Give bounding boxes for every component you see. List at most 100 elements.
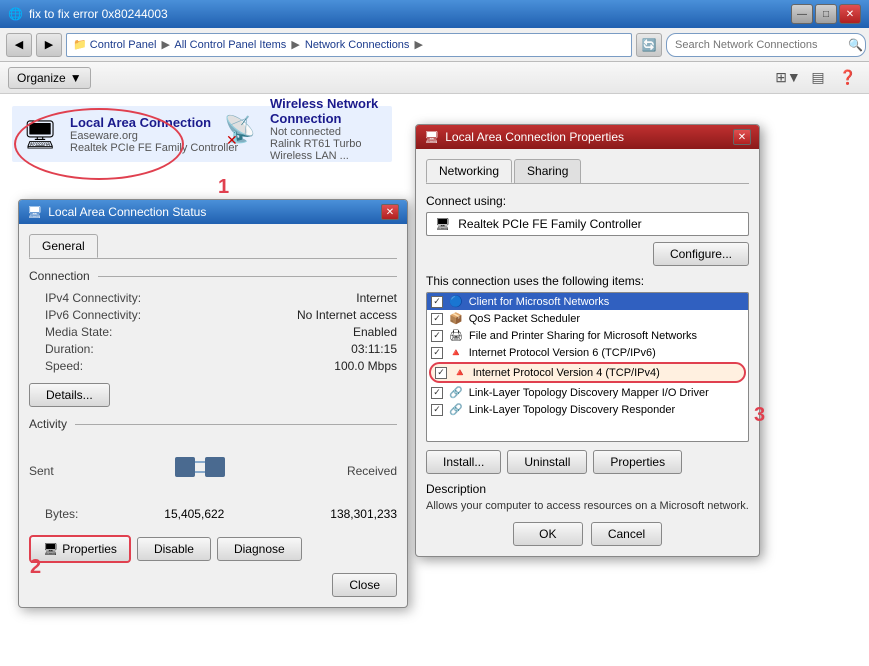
ipv4-label: IPv4 Connectivity: xyxy=(45,291,141,305)
close-button-status[interactable]: Close xyxy=(332,573,397,597)
bytes-label: Bytes: xyxy=(45,507,78,521)
status-dialog-body: General Connection IPv4 Connectivity: In… xyxy=(19,224,407,607)
uninstall-button[interactable]: Uninstall xyxy=(507,450,587,474)
props-tabs: Networking Sharing xyxy=(426,159,749,184)
received-label: Received xyxy=(347,464,397,478)
item-icon-topology-responder: 🔗 xyxy=(449,403,463,416)
disable-button[interactable]: Disable xyxy=(137,537,211,561)
item-icon-ipv4: 🔺 xyxy=(453,366,467,379)
wireless-conn-adapter: Ralink RT61 Turbo Wireless LAN ... xyxy=(270,138,384,162)
checkbox-client[interactable] xyxy=(431,296,443,308)
address-bar: ◀ ▶ 📁 Control Panel ▶ All Control Panel … xyxy=(0,28,869,62)
props-dialog-close[interactable]: ✕ xyxy=(733,129,751,145)
props-dialog-icon: 🖥 xyxy=(424,130,439,144)
network-icon-wireless: 📡 ✕ xyxy=(220,109,260,149)
status-dialog-icon: 🖥 xyxy=(27,205,42,219)
checkbox-ipv6[interactable] xyxy=(431,347,443,359)
list-item-ipv4[interactable]: 🔺 Internet Protocol Version 4 (TCP/IPv4) xyxy=(429,362,746,383)
close-button[interactable]: ✕ xyxy=(839,4,861,24)
props-dialog-title: Local Area Connection Properties xyxy=(445,130,624,144)
list-item-qos[interactable]: 📦 QoS Packet Scheduler xyxy=(427,310,748,327)
description-label: Description xyxy=(426,482,749,496)
ok-cancel-row: OK Cancel xyxy=(426,522,749,546)
connection-rows: IPv4 Connectivity: Internet IPv6 Connect… xyxy=(29,291,397,373)
checkbox-topology-responder[interactable] xyxy=(431,404,443,416)
item-label-client: Client for Microsoft Networks xyxy=(469,296,610,308)
tab-sharing[interactable]: Sharing xyxy=(514,159,581,183)
list-item-topology-mapper[interactable]: 🔗 Link-Layer Topology Discovery Mapper I… xyxy=(427,384,748,401)
media-row: Media State: Enabled xyxy=(29,325,397,339)
cancel-button[interactable]: Cancel xyxy=(591,522,662,546)
help-icon[interactable]: ❓ xyxy=(835,65,861,91)
breadcrumb: 📁 Control Panel ▶ All Control Panel Item… xyxy=(73,38,425,51)
item-label-ipv4: Internet Protocol Version 4 (TCP/IPv4) xyxy=(473,367,660,379)
tab-networking[interactable]: Networking xyxy=(426,159,512,183)
forward-button[interactable]: ▶ xyxy=(36,33,62,57)
tab-general[interactable]: General xyxy=(29,234,98,258)
annotation-1: 1 xyxy=(218,176,229,199)
sent-bytes: 15,405,622 xyxy=(164,507,224,521)
organize-button[interactable]: Organize ▼ xyxy=(8,67,91,89)
search-input[interactable] xyxy=(666,33,866,57)
title-bar: 🌐 fix to fix error 0x80244003 — □ ✕ xyxy=(0,0,869,28)
duration-row: Duration: 03:11:15 xyxy=(29,342,397,356)
checkbox-fileprint[interactable] xyxy=(431,330,443,342)
checkbox-qos[interactable] xyxy=(431,313,443,325)
wireless-conn-name: Wireless Network Connection xyxy=(270,96,384,126)
connect-using-label: Connect using: xyxy=(426,194,749,208)
connection-section-title: Connection xyxy=(29,269,397,285)
preview-icon[interactable]: ▤ xyxy=(805,65,831,91)
checkbox-ipv4[interactable] xyxy=(435,367,447,379)
activity-arrows-svg xyxy=(170,447,230,487)
adapter-box: 🖥 Realtek PCIe FE Family Controller xyxy=(426,212,749,236)
activity-grid: Sent Received xyxy=(29,439,397,503)
props-dialog-body: Networking Sharing Connect using: 🖥 Real… xyxy=(416,149,759,556)
main-content: 1 🖥 Local Area Connection Easeware.org R… xyxy=(0,94,869,666)
item-label-topology-responder: Link-Layer Topology Discovery Responder xyxy=(469,404,675,416)
item-label-fileprint: File and Printer Sharing for Microsoft N… xyxy=(469,330,697,342)
received-bytes: 138,301,233 xyxy=(330,507,397,521)
item-icon-ipv6: 🔺 xyxy=(449,346,463,359)
refresh-button[interactable]: 🔄 xyxy=(636,33,662,57)
list-item-client-networks[interactable]: 🔵 Client for Microsoft Networks xyxy=(427,293,748,310)
items-label: This connection uses the following items… xyxy=(426,274,749,288)
network-icon-local: 🖥 xyxy=(20,114,60,154)
description-text: Allows your computer to access resources… xyxy=(426,500,749,512)
adapter-icon: 🖥 xyxy=(435,217,450,231)
details-button[interactable]: Details... xyxy=(29,383,110,407)
properties-label: Properties xyxy=(62,542,117,556)
status-tabs: General xyxy=(29,234,397,259)
status-dialog-close[interactable]: ✕ xyxy=(381,204,399,220)
minimize-button[interactable]: — xyxy=(791,4,813,24)
duration-value: 03:11:15 xyxy=(351,342,397,356)
item-properties-button[interactable]: Properties xyxy=(593,450,682,474)
ipv4-row: IPv4 Connectivity: Internet xyxy=(29,291,397,305)
list-item-fileprint[interactable]: 🖨 File and Printer Sharing for Microsoft… xyxy=(427,327,748,344)
properties-icon: 🖥 xyxy=(43,542,58,556)
item-label-topology-mapper: Link-Layer Topology Discovery Mapper I/O… xyxy=(469,387,709,399)
back-button[interactable]: ◀ xyxy=(6,33,32,57)
properties-button[interactable]: 🖥 Properties xyxy=(29,535,131,563)
view-options-icon[interactable]: ⊞▼ xyxy=(775,65,801,91)
install-button[interactable]: Install... xyxy=(426,450,501,474)
annotation-3: 3 xyxy=(754,404,765,427)
address-path[interactable]: 📁 Control Panel ▶ All Control Panel Item… xyxy=(66,33,632,57)
ipv6-label: IPv6 Connectivity: xyxy=(45,308,141,322)
speed-value: 100.0 Mbps xyxy=(334,359,397,373)
list-item-ipv6[interactable]: 🔺 Internet Protocol Version 6 (TCP/IPv6) xyxy=(427,344,748,361)
props-dialog: 🖥 Local Area Connection Properties ✕ Net… xyxy=(415,124,760,557)
maximize-button[interactable]: □ xyxy=(815,4,837,24)
ok-button[interactable]: OK xyxy=(513,522,583,546)
checkbox-topology-mapper[interactable] xyxy=(431,387,443,399)
list-item-topology-responder[interactable]: 🔗 Link-Layer Topology Discovery Responde… xyxy=(427,401,748,418)
title-bar-controls: — □ ✕ xyxy=(791,4,861,24)
configure-row: Configure... xyxy=(426,242,749,266)
status-dialog: 🖥 Local Area Connection Status ✕ General… xyxy=(18,199,408,608)
diagnose-button[interactable]: Diagnose xyxy=(217,537,302,561)
wireless-connection-item[interactable]: 📡 ✕ Wireless Network Connection Not conn… xyxy=(212,88,392,170)
window-icon: 🌐 xyxy=(8,7,23,21)
organize-arrow: ▼ xyxy=(70,71,82,85)
close-row: Close xyxy=(29,573,397,597)
configure-button[interactable]: Configure... xyxy=(653,242,749,266)
item-icon-fileprint: 🖨 xyxy=(449,329,463,342)
